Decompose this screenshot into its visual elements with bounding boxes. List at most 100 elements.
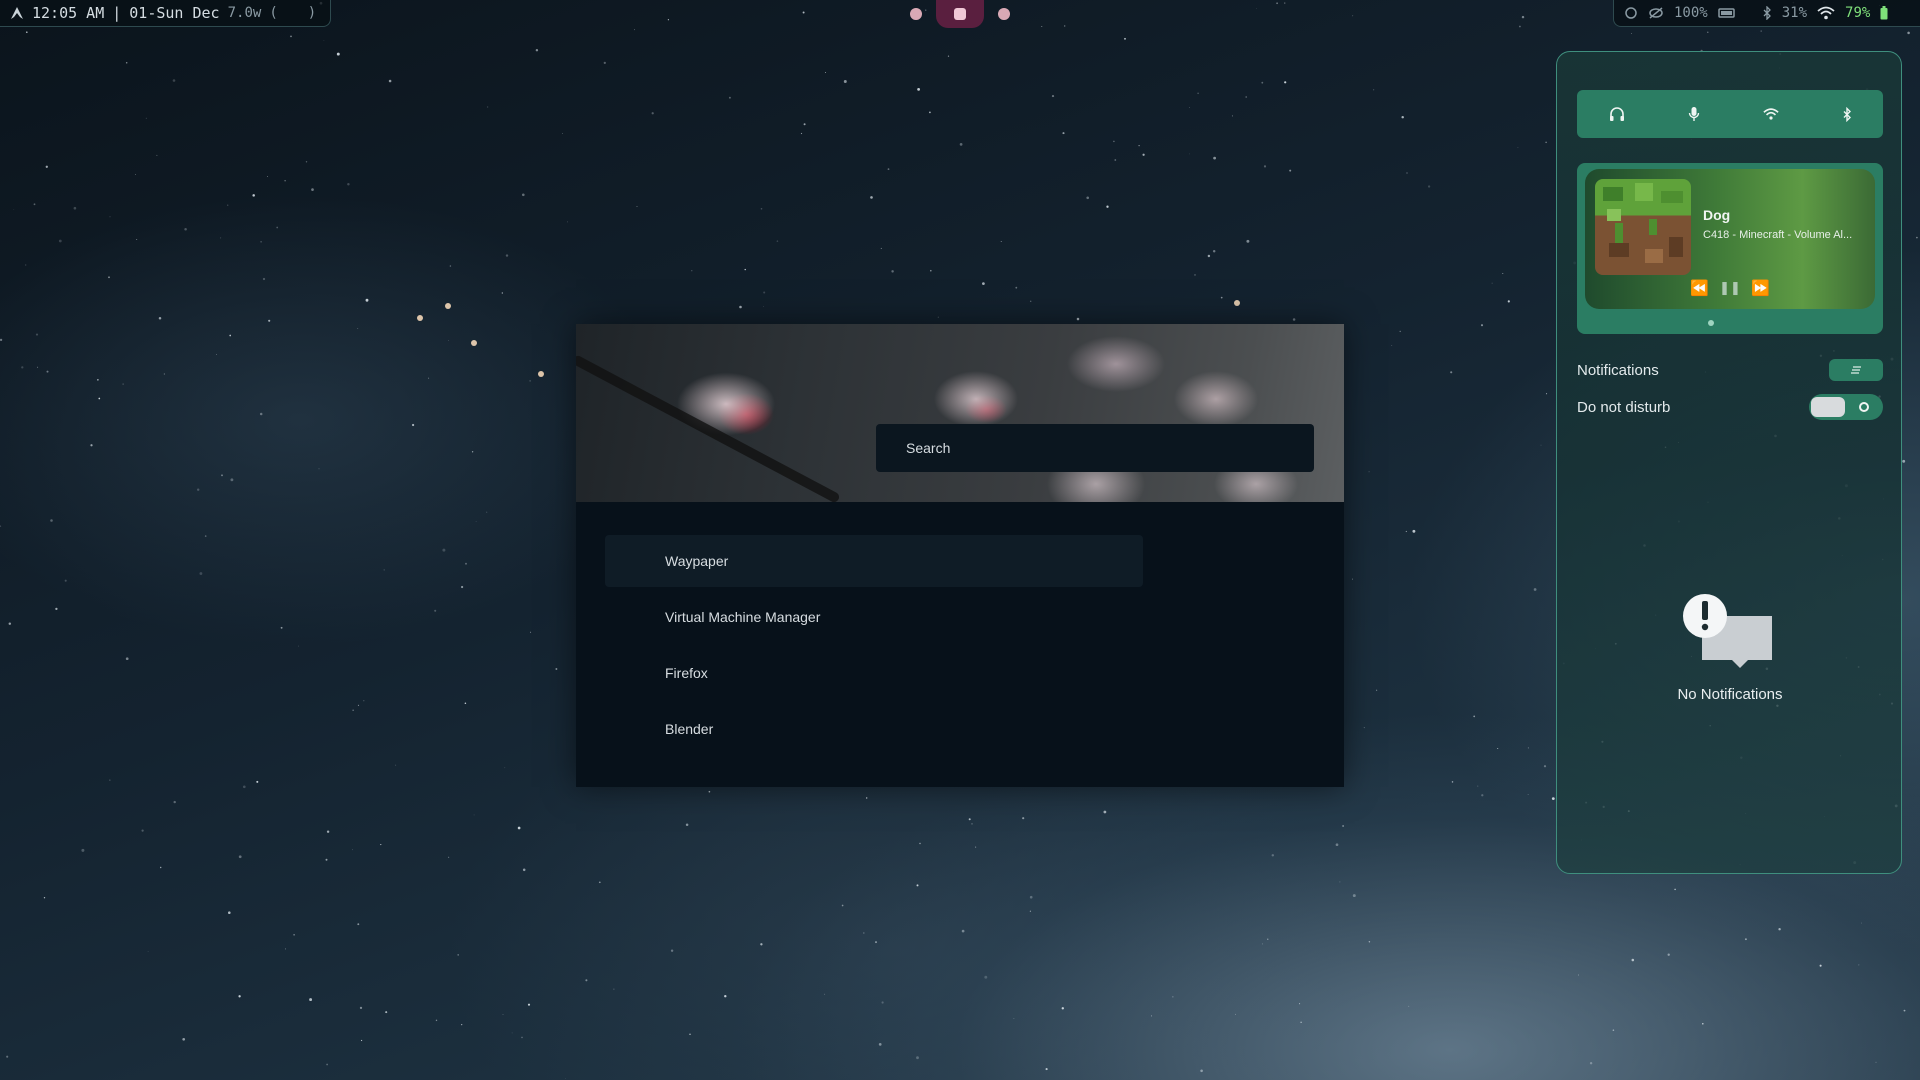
clear-notifications-button[interactable] <box>1829 359 1883 381</box>
star <box>6 1055 9 1058</box>
star <box>473 814 475 816</box>
star <box>21 366 24 369</box>
star <box>297 645 299 647</box>
app-launcher: Waypaper Virtual Machine Manager Firefox… <box>576 324 1344 787</box>
star <box>1916 236 1918 239</box>
star <box>284 180 286 182</box>
star <box>670 949 674 952</box>
star <box>691 270 693 272</box>
star <box>1124 37 1126 40</box>
microphone-icon[interactable] <box>1688 106 1700 122</box>
star <box>1352 578 1354 580</box>
star <box>504 767 506 769</box>
app-item-blender[interactable]: Blender <box>605 703 1143 755</box>
playback-progress[interactable] <box>1708 320 1714 326</box>
star <box>25 264 27 266</box>
star <box>1213 156 1216 160</box>
workspace-3[interactable] <box>998 8 1010 20</box>
album-art <box>1595 179 1691 275</box>
previous-icon[interactable]: ⏪ <box>1690 281 1709 296</box>
media-paren-close: ) <box>307 5 317 21</box>
topbar-left: 12:05 AM | 01-Sun Dec 7.0w ( ) <box>0 0 331 27</box>
star <box>1142 153 1145 156</box>
star <box>43 897 46 899</box>
star <box>196 488 200 491</box>
next-icon[interactable]: ⏩ <box>1751 281 1770 296</box>
star <box>760 943 763 946</box>
star <box>800 132 803 135</box>
star <box>1819 964 1822 967</box>
star <box>1189 153 1190 155</box>
star <box>357 923 360 926</box>
star <box>1352 894 1356 898</box>
star <box>357 704 360 707</box>
dnd-toggle-indicator <box>1859 402 1869 412</box>
app-item-firefox[interactable]: Firefox <box>605 647 1143 699</box>
star <box>147 951 149 952</box>
search-field[interactable] <box>876 424 1314 472</box>
star <box>1263 165 1267 168</box>
star <box>975 846 977 848</box>
star <box>81 848 85 852</box>
star <box>1284 2 1286 4</box>
star <box>1578 974 1579 976</box>
star <box>1368 471 1370 473</box>
pause-icon[interactable]: ❚❚ <box>1719 281 1741 296</box>
wifi-icon[interactable] <box>1762 107 1779 121</box>
date[interactable]: 01-Sun Dec <box>129 4 219 22</box>
star <box>486 511 488 513</box>
app-item-label: Waypaper <box>665 553 729 569</box>
record-icon[interactable] <box>1624 6 1638 20</box>
star <box>917 88 920 91</box>
star <box>875 941 877 944</box>
star <box>1631 33 1632 35</box>
star <box>1271 854 1275 857</box>
dnd-label: Do not disturb <box>1577 398 1671 416</box>
star <box>744 268 746 271</box>
star <box>184 228 187 231</box>
star <box>448 856 450 858</box>
star <box>1363 727 1365 729</box>
star <box>603 61 606 65</box>
bluetooth-icon[interactable] <box>1842 106 1852 122</box>
search-input[interactable] <box>904 439 1314 457</box>
power-usage: 7.0w <box>227 5 262 21</box>
brightness-level[interactable]: 100% <box>1674 5 1708 21</box>
battery-icon[interactable] <box>1880 6 1888 20</box>
star <box>448 340 450 342</box>
star <box>1061 1007 1064 1010</box>
star <box>1261 81 1264 84</box>
star <box>1502 273 1504 275</box>
star <box>1261 943 1264 945</box>
star <box>585 979 588 982</box>
star <box>1491 282 1493 284</box>
star <box>326 830 330 833</box>
eye-off-icon[interactable] <box>1648 6 1664 20</box>
bluetooth-icon[interactable] <box>1762 6 1772 20</box>
star <box>25 31 28 34</box>
star <box>380 844 382 846</box>
star <box>1497 747 1499 750</box>
star <box>1342 825 1344 827</box>
app-item-waypaper[interactable]: Waypaper <box>605 535 1143 587</box>
headphones-icon[interactable] <box>1609 106 1625 122</box>
star <box>1517 147 1519 149</box>
app-item-virtual-machine-manager[interactable]: Virtual Machine Manager <box>605 591 1143 643</box>
clock[interactable]: 12:05 AM <box>32 4 104 22</box>
star <box>449 265 452 267</box>
arch-logo-icon[interactable] <box>10 6 24 20</box>
star <box>141 829 144 832</box>
workspace-active[interactable] <box>935 0 985 28</box>
star <box>1045 1068 1048 1071</box>
star <box>145 117 147 119</box>
star <box>708 790 711 793</box>
workspace-1[interactable] <box>910 8 922 20</box>
star <box>1543 765 1547 768</box>
star <box>522 868 526 872</box>
star <box>843 80 847 83</box>
dnd-toggle[interactable] <box>1809 394 1883 420</box>
star <box>50 519 53 522</box>
star <box>968 818 971 821</box>
wifi-icon[interactable] <box>1817 6 1835 20</box>
star <box>336 52 340 56</box>
